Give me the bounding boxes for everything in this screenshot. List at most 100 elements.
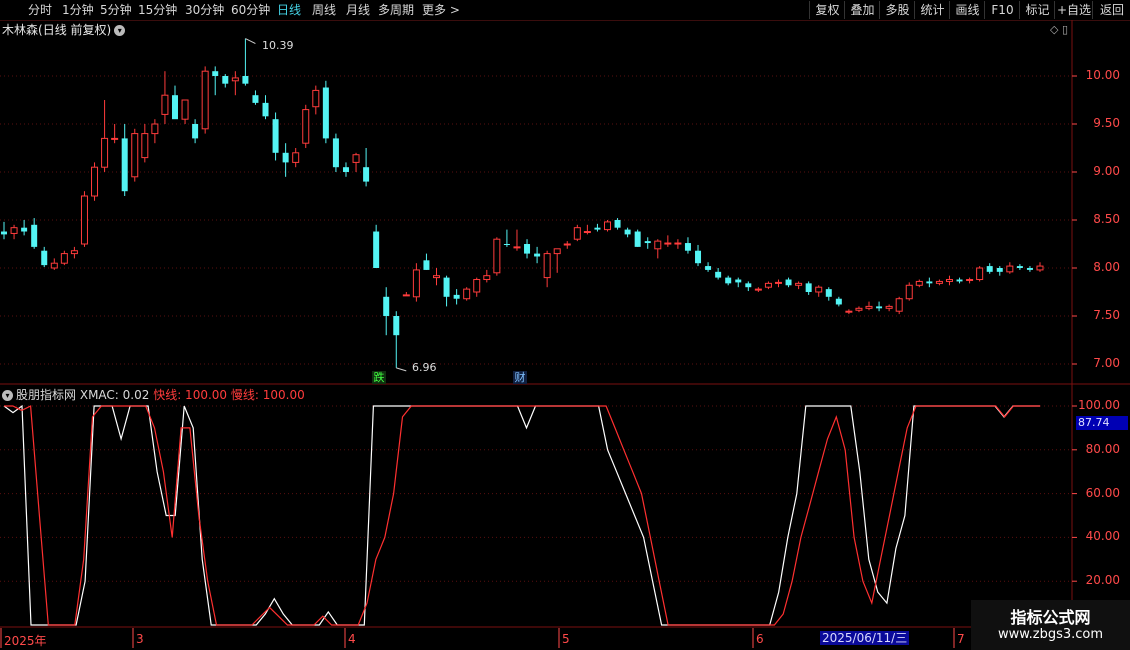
period-tab-9[interactable]: 多周期 [378,2,414,18]
candle-body-up [1036,265,1044,271]
candle-body-up [513,246,521,249]
period-tab-5[interactable]: 60分钟 [231,2,270,18]
toolbar-button-3[interactable]: 统计 [914,1,950,19]
candle-body-down [785,279,792,286]
price-tick-label: 9.50 [1093,116,1120,130]
candle-body-up [885,305,893,309]
price-tick-label: 8.50 [1093,212,1120,226]
period-tab-8[interactable]: 月线 [346,2,370,18]
toolbar-button-0[interactable]: 复权 [809,1,845,19]
chevron-down-icon[interactable]: ▾ [114,25,126,36]
candle-body-up [402,294,410,297]
date-tick-label: 2025年 [4,634,47,648]
period-tab-3[interactable]: 15分钟 [138,2,177,18]
stock-header: 木林森(日线 前复权) ▾ [2,22,126,38]
period-tab-0[interactable]: 分时 [28,2,52,18]
candle-body-down [252,95,259,103]
candle-body-up [151,123,159,135]
chart-canvas [0,20,1130,650]
candle-body-up [1006,265,1014,273]
candle-body-up [101,137,109,168]
period-toolbar: 分时 1分钟 5分钟 15分钟 30分钟 60分钟 日线 周线 月线 多周期 更多 > 复权 叠加 多股统… [0,0,1130,21]
candle-body-down [1026,268,1033,270]
candle-body-down [171,95,178,120]
price-tick-label: 8.00 [1093,260,1120,274]
candle-body-up [945,279,953,282]
candle-body-up [302,109,310,144]
candle-body-up [60,253,68,264]
candle-body-down [342,167,349,172]
cursor-date: 2025/06/11/三 [820,631,910,645]
candle-body-down [835,298,842,305]
indicator-tick-label: 100.00 [1078,398,1120,412]
candle-body-up [774,281,782,284]
period-tab-4[interactable]: 30分钟 [185,2,224,18]
candle-body-up [553,248,561,255]
chevron-down-icon[interactable]: ▾ [2,390,13,401]
candle-body-up [845,310,853,313]
indicator-line-0 [3,404,1040,626]
candle-body-down [594,227,601,230]
candle-body-down [222,76,229,84]
candle-body-up [292,152,300,163]
candle-body-down [695,250,702,264]
period-tab-2[interactable]: 5分钟 [100,2,132,18]
period-tab-1[interactable]: 1分钟 [62,2,94,18]
watermark: 指标公式网 www.zbgs3.com [971,600,1130,650]
event-marker-cai[interactable]: 财 [513,371,527,384]
candle-body-up [483,275,491,281]
candle-body-up [111,137,119,140]
candle-body-up [865,305,873,309]
indicator-tick-label: 20.00 [1085,573,1120,588]
stock-name[interactable]: 木林森 [2,23,38,37]
candle-body-up [563,243,571,246]
candle-body-up [141,133,149,159]
xmac-value: XMAC: 0.02 [79,388,150,402]
candle-body-up [966,279,974,282]
candle-body-down [242,76,249,84]
toolbar-button-8[interactable]: 返回 [1092,1,1130,19]
toolbar-button-7[interactable]: +自选 [1054,1,1093,19]
candle-body-down [926,281,933,284]
candle-body-down [725,277,732,284]
candle-body-down [986,266,993,272]
price-tick-label: 7.50 [1093,308,1120,322]
candle-body-up [91,166,99,197]
candle-body-down [41,250,48,266]
period-tab-7[interactable]: 周线 [312,2,336,18]
candle-body-down [735,279,742,283]
candle-body-up [352,154,360,163]
period-tab-10[interactable]: 更多 > [422,2,460,18]
diamond-icon[interactable]: ◇ [1050,23,1058,36]
candle-body-down [996,268,1003,272]
candle-body-up [855,307,863,311]
indicator-name[interactable]: 股朋指标网 [16,388,76,402]
date-tick-label: 4 [348,632,356,646]
layout-icon[interactable]: ▯ [1062,23,1068,36]
candle-body-down [383,296,390,316]
toolbar-button-4[interactable]: 画线 [949,1,985,19]
candle-body-down [534,253,541,257]
candle-body-up [935,280,943,284]
candle-body-up [10,227,18,234]
low-price-label: 6.96 [412,361,437,374]
indicator-tick-label: 80.00 [1085,441,1120,456]
indicator-tick-label: 40.00 [1085,529,1120,544]
candle-body-down [825,289,832,297]
candle-body-up [543,253,551,279]
candle-body-up [915,280,923,286]
date-tick-label: 7 [957,632,965,646]
period-tab-6[interactable]: 日线 [277,2,301,18]
candle-body-down [1016,266,1023,268]
candle-body-down [373,231,380,268]
candle-body-down [212,71,219,76]
fast-line-value: 快线: 100.00 [153,388,228,402]
toolbar-button-5[interactable]: F10 [984,1,1020,19]
chart-corner-buttons: ◇ ▯ [1050,23,1068,36]
toolbar-button-6[interactable]: 标记 [1019,1,1055,19]
toolbar-button-1[interactable]: 叠加 [844,1,880,19]
event-marker-die[interactable]: 跌 [372,371,386,384]
toolbar-button-2[interactable]: 多股 [879,1,915,19]
candle-body-up [754,288,762,291]
candle-body-up [654,240,662,250]
